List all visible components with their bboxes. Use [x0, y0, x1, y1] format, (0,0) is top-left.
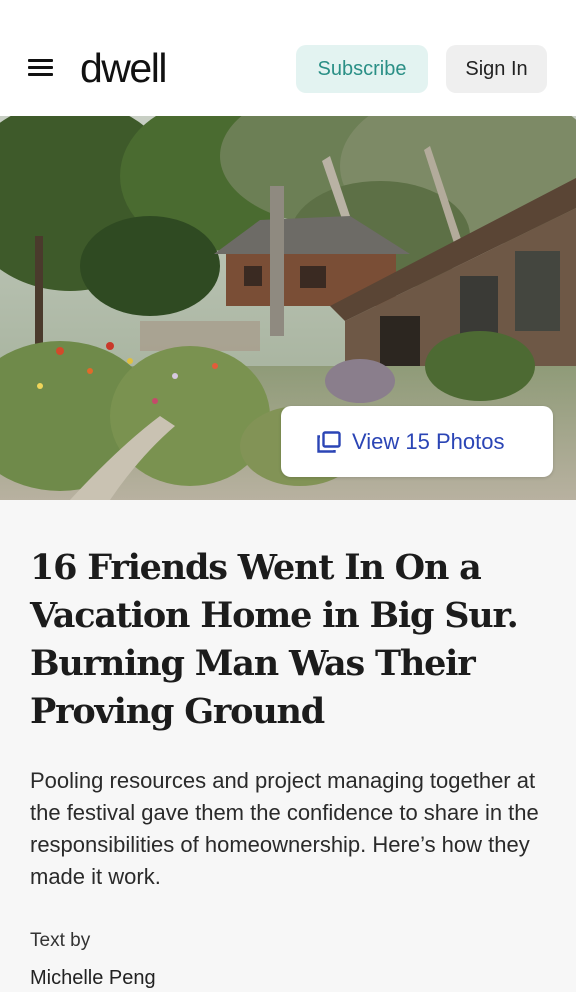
byline-label: Text by: [30, 930, 91, 951]
dwell-logo[interactable]: dwell: [80, 44, 167, 92]
article-headline: 16 Friends Went In On a Vacation Home in…: [30, 547, 519, 732]
author-link[interactable]: Michelle Peng: [30, 964, 156, 992]
sign-in-button[interactable]: Sign In: [446, 45, 547, 93]
article-dek: Pooling resources and project managing t…: [30, 768, 539, 889]
view-photos-button[interactable]: View 15 Photos: [281, 406, 553, 477]
subscribe-button[interactable]: Subscribe: [296, 45, 428, 93]
photo-gallery-icon: [317, 431, 341, 453]
hamburger-menu-icon[interactable]: [28, 59, 54, 79]
site-header: dwell Subscribe Sign In: [0, 0, 576, 116]
view-photos-label: View 15 Photos: [352, 429, 505, 454]
